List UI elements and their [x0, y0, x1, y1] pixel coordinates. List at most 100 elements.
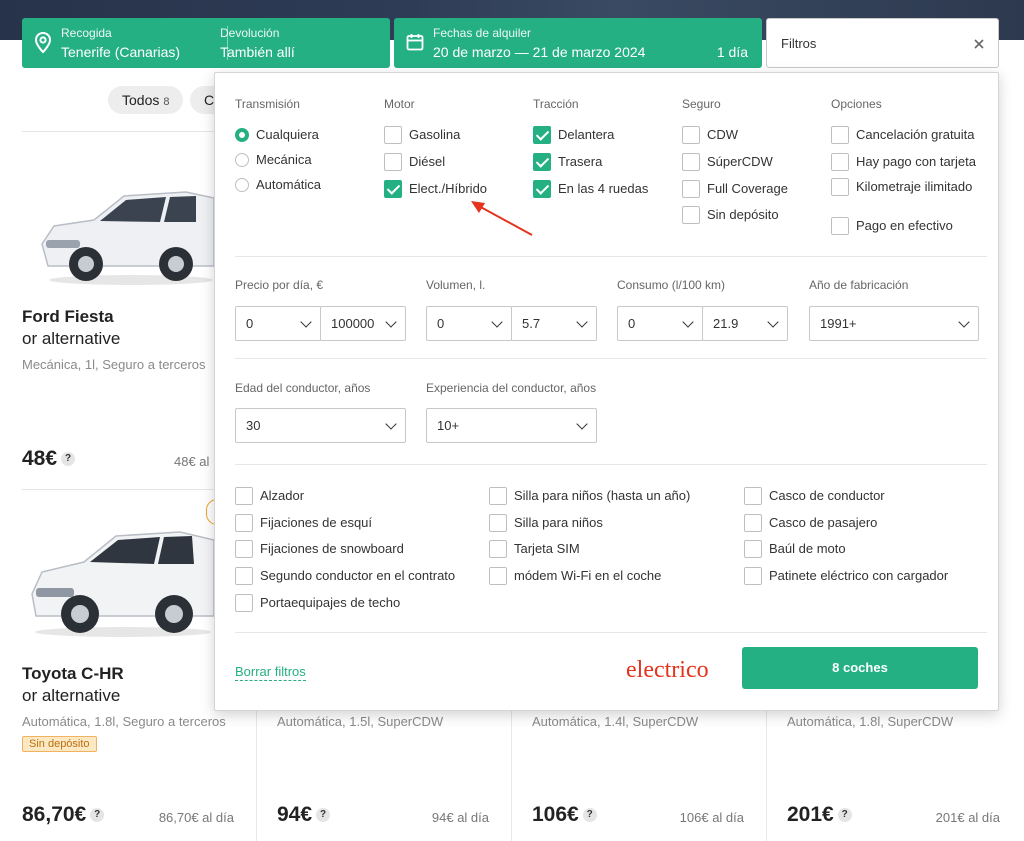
option-label: Delantera	[558, 127, 615, 142]
checkbox[interactable]	[489, 540, 507, 558]
transmission-any[interactable]: Cualquiera	[235, 127, 319, 143]
extra-infant-seat[interactable]: Silla para niños (hasta un año)	[489, 487, 690, 505]
option-card-payment[interactable]: Hay pago con tarjeta	[831, 153, 976, 171]
car-image-toyota-chr[interactable]	[28, 522, 214, 638]
checkbox[interactable]	[831, 153, 849, 171]
pickup-value[interactable]: Tenerife (Canarias)	[61, 44, 180, 60]
checkbox[interactable]	[235, 540, 253, 558]
year-heading: Año de fabricación	[809, 278, 909, 292]
extra-wifi-modem[interactable]: módem Wi-Fi en el coche	[489, 567, 661, 585]
dates-field[interactable]: Fechas de alquiler 20 de marzo — 21 de m…	[394, 18, 762, 68]
option-label: Fijaciones de esquí	[260, 515, 373, 530]
transmission-manual[interactable]: Mecánica	[235, 152, 312, 168]
car-title[interactable]: Ford Fiesta	[22, 307, 114, 327]
checkbox[interactable]	[831, 126, 849, 144]
checkbox-checked[interactable]	[533, 153, 551, 171]
help-icon[interactable]: ?	[582, 808, 597, 823]
insurance-supercdw[interactable]: SúperCDW	[682, 153, 773, 171]
help-icon[interactable]: ?	[90, 808, 105, 823]
checkbox[interactable]	[831, 178, 849, 196]
checkbox-checked[interactable]	[384, 180, 402, 198]
divider	[235, 358, 987, 359]
car-price-value: 48€	[22, 447, 58, 470]
radio[interactable]	[235, 178, 249, 192]
traction-4wd[interactable]: En las 4 ruedas	[533, 180, 648, 198]
checkbox[interactable]	[489, 487, 507, 505]
dates-value[interactable]: 20 de marzo — 21 de marzo 2024	[433, 44, 645, 60]
transmission-heading: Transmisión	[235, 97, 300, 111]
extra-snowboard-rack[interactable]: Fijaciones de snowboard	[235, 540, 404, 558]
extra-sim-card[interactable]: Tarjeta SIM	[489, 540, 580, 558]
help-icon[interactable]: ?	[316, 808, 331, 823]
car-price-value: 94€	[277, 803, 313, 826]
extra-e-scooter[interactable]: Patinete eléctrico con cargador	[744, 567, 948, 585]
option-free-cancellation[interactable]: Cancelación gratuita	[831, 126, 975, 144]
volume-max-select[interactable]: 5.7	[511, 306, 597, 341]
extra-driver-helmet[interactable]: Casco de conductor	[744, 487, 885, 505]
checkbox[interactable]	[682, 180, 700, 198]
checkbox[interactable]	[235, 567, 253, 585]
motor-diesel[interactable]: Diésel	[384, 153, 445, 171]
extra-passenger-helmet[interactable]: Casco de pasajero	[744, 514, 877, 532]
volume-min-select[interactable]: 0	[426, 306, 512, 341]
close-icon[interactable]	[974, 39, 984, 49]
checkbox[interactable]	[744, 540, 762, 558]
checkbox[interactable]	[384, 126, 402, 144]
checkbox[interactable]	[489, 514, 507, 532]
price-max-select[interactable]: 100000	[320, 306, 406, 341]
extra-moto-trunk[interactable]: Baúl de moto	[744, 540, 846, 558]
price-min-select[interactable]: 0	[235, 306, 321, 341]
clear-filters-link[interactable]: Borrar filtros	[235, 664, 306, 681]
help-icon[interactable]: ?	[61, 452, 76, 467]
select-value: 10+	[437, 418, 460, 433]
checkbox[interactable]	[744, 567, 762, 585]
extra-booster[interactable]: Alzador	[235, 487, 304, 505]
checkbox[interactable]	[682, 153, 700, 171]
motor-gasoline[interactable]: Gasolina	[384, 126, 460, 144]
transmission-automatic[interactable]: Automática	[235, 177, 321, 193]
traction-rear[interactable]: Trasera	[533, 153, 602, 171]
checkbox[interactable]	[744, 514, 762, 532]
checkbox[interactable]	[831, 217, 849, 235]
checkbox[interactable]	[235, 594, 253, 612]
return-value[interactable]: También allí	[220, 44, 295, 60]
consumption-min-select[interactable]: 0	[617, 306, 703, 341]
checkbox[interactable]	[384, 153, 402, 171]
location-field[interactable]: Recogida Tenerife (Canarias) Devolución …	[22, 18, 390, 68]
year-select[interactable]: 1991+	[809, 306, 979, 341]
checkbox[interactable]	[489, 567, 507, 585]
checkbox[interactable]	[682, 126, 700, 144]
driver-experience-select[interactable]: 10+	[426, 408, 597, 443]
volume-heading: Volumen, l.	[426, 278, 486, 292]
filters-field[interactable]: Filtros	[766, 18, 999, 68]
driver-age-select[interactable]: 30	[235, 408, 406, 443]
chip-all[interactable]: Todos 8	[108, 86, 184, 114]
car-title[interactable]: Toyota C-HR	[22, 664, 124, 684]
option-unlimited-mileage[interactable]: Kilometraje ilimitado	[831, 178, 981, 196]
option-label: Automática	[256, 177, 322, 192]
insurance-cdw[interactable]: CDW	[682, 126, 738, 144]
location-pin-icon	[34, 32, 52, 54]
extra-roof-rack[interactable]: Portaequipajes de techo	[235, 594, 400, 612]
radio[interactable]	[235, 153, 249, 167]
days-count: 1 día	[716, 44, 748, 60]
traction-front[interactable]: Delantera	[533, 126, 614, 144]
consumption-max-select[interactable]: 21.9	[702, 306, 788, 341]
help-icon[interactable]: ?	[837, 808, 852, 823]
checkbox[interactable]	[744, 487, 762, 505]
radio-checked[interactable]	[235, 128, 249, 142]
car-image-ford-fiesta[interactable]	[36, 182, 214, 286]
consumption-heading: Consumo (l/100 km)	[617, 278, 726, 292]
checkbox-checked[interactable]	[533, 126, 551, 144]
insurance-no-deposit[interactable]: Sin depósito	[682, 206, 779, 224]
option-cash-payment[interactable]: Pago en efectivo	[831, 217, 953, 235]
checkbox[interactable]	[235, 487, 253, 505]
checkbox[interactable]	[682, 206, 700, 224]
extra-ski-rack[interactable]: Fijaciones de esquí	[235, 514, 372, 532]
insurance-full-coverage[interactable]: Full Coverage	[682, 180, 788, 198]
show-cars-button[interactable]: 8 coches	[742, 647, 978, 689]
car-spec: Automática, 1.8l, SuperCDW	[787, 714, 954, 729]
extra-second-driver[interactable]: Segundo conductor en el contrato	[235, 567, 455, 585]
extra-child-seat[interactable]: Silla para niños	[489, 514, 603, 532]
checkbox[interactable]	[235, 514, 253, 532]
